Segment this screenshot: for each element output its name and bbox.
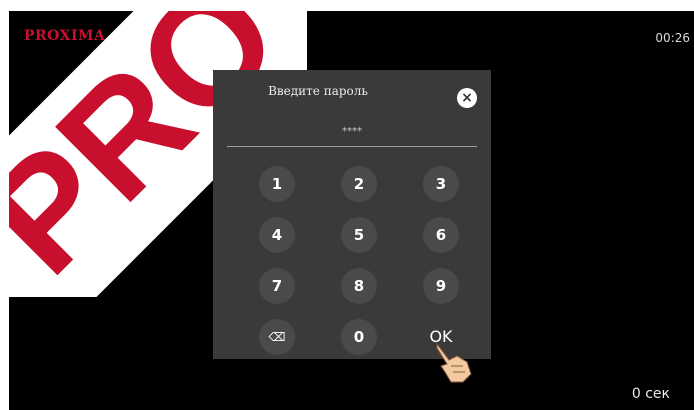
key-3[interactable]: 3 bbox=[423, 166, 459, 202]
key-7[interactable]: 7 bbox=[259, 268, 295, 304]
password-field[interactable]: **** bbox=[227, 120, 477, 147]
backspace-icon: ⌫ bbox=[268, 330, 286, 344]
key-5[interactable]: 5 bbox=[341, 217, 377, 253]
hand-pointer-icon bbox=[436, 342, 472, 383]
key-6[interactable]: 6 bbox=[423, 217, 459, 253]
dialog-title: Введите пароль bbox=[268, 84, 368, 98]
close-button[interactable]: × bbox=[457, 88, 477, 108]
clock: 00:26 bbox=[655, 31, 690, 45]
backspace-button[interactable]: ⌫ bbox=[259, 319, 295, 355]
key-4[interactable]: 4 bbox=[259, 217, 295, 253]
key-2[interactable]: 2 bbox=[341, 166, 377, 202]
key-1[interactable]: 1 bbox=[259, 166, 295, 202]
close-icon: × bbox=[461, 90, 473, 106]
countdown-timer: 0 сек bbox=[631, 386, 670, 402]
key-0[interactable]: 0 bbox=[341, 319, 377, 355]
key-8[interactable]: 8 bbox=[341, 268, 377, 304]
screen: PROXIMA 00:26 PRO Введите пароль × **** … bbox=[9, 11, 694, 410]
brand-logo: PROXIMA bbox=[24, 28, 106, 44]
key-9[interactable]: 9 bbox=[423, 268, 459, 304]
password-dialog: Введите пароль × **** 1 2 3 4 5 6 7 8 9 … bbox=[213, 70, 491, 383]
